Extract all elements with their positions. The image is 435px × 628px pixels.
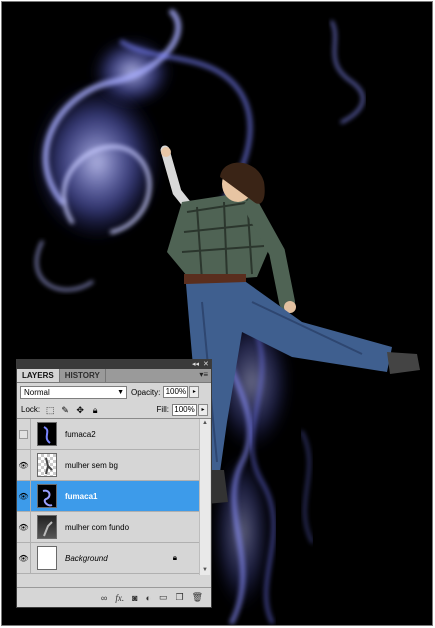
layer-row-mulher-sem-bg[interactable]: 👁︎ mulher sem bg	[17, 450, 199, 481]
mask-icon[interactable]: ◙	[132, 593, 137, 603]
lock-fill-row: Lock: ⬚ ✎ ✥ 🔒︎ Fill: 100% ▸	[17, 401, 211, 419]
opacity-slider-button[interactable]: ▸	[189, 386, 200, 398]
lock-icon: 🔒︎	[172, 553, 177, 562]
panel-menu-icon[interactable]: ▾≡	[199, 370, 208, 379]
fill-slider-button[interactable]: ▸	[198, 403, 208, 416]
lock-all-icon[interactable]: 🔒︎	[90, 405, 100, 415]
layer-name: Background	[65, 553, 108, 563]
layer-name: mulher sem bg	[65, 460, 118, 470]
panel-title-bar: ◂◂ ✕	[17, 360, 211, 369]
opacity-label: Opacity:	[131, 387, 161, 397]
link-icon[interactable]: ∞	[101, 593, 107, 603]
eye-icon[interactable]: 👁︎	[17, 450, 31, 480]
layer-thumbnail	[37, 546, 57, 570]
visibility-toggle[interactable]	[17, 419, 31, 449]
layer-row-fumaca1[interactable]: 👁︎ fumaca1	[17, 481, 199, 512]
scroll-down-icon[interactable]: ▼	[200, 566, 210, 575]
close-icon[interactable]: ✕	[203, 360, 209, 369]
double-chevron-icon[interactable]: ◂◂	[192, 360, 199, 369]
blend-mode-value: Normal	[24, 387, 50, 397]
lock-image-icon[interactable]: ✎	[60, 405, 70, 415]
panel-bottom-toolbar: ∞ fx. ◙ ◐ ▭ ❐ 🗑︎	[17, 587, 211, 607]
layers-scrollbar[interactable]: ▲ ▼	[199, 419, 210, 575]
blend-opacity-row: Normal ▼ Opacity: 100% ▸	[17, 383, 211, 401]
eye-icon[interactable]: 👁︎	[17, 512, 31, 542]
fill-field[interactable]: 100%	[172, 403, 197, 416]
scroll-up-icon[interactable]: ▲	[200, 419, 210, 428]
panel-tabs: LAYERS HISTORY ▾≡	[17, 369, 211, 383]
layer-thumbnail	[37, 515, 57, 539]
trash-icon[interactable]: 🗑︎	[192, 592, 203, 603]
layer-thumbnail	[37, 484, 57, 508]
eye-icon[interactable]: 👁︎	[17, 481, 31, 511]
layer-thumbnail	[37, 422, 57, 446]
layers-list: fumaca2 👁︎ mulher sem bg 👁︎ fumaca1 👁︎ m…	[17, 419, 211, 575]
lock-label: Lock:	[21, 405, 41, 414]
lock-transparency-icon[interactable]: ⬚	[45, 405, 55, 415]
layer-name: fumaca1	[65, 491, 98, 501]
fx-icon[interactable]: fx.	[115, 593, 124, 603]
layer-row-background[interactable]: 👁︎ Background 🔒︎	[17, 543, 199, 574]
new-layer-icon[interactable]: ❐	[175, 592, 183, 603]
layer-name: mulher com fundo	[65, 522, 130, 532]
blend-mode-select[interactable]: Normal ▼	[20, 385, 127, 399]
layer-name: fumaca2	[65, 429, 96, 439]
layers-panel: ◂◂ ✕ LAYERS HISTORY ▾≡ Normal ▼ Opacity:…	[16, 359, 212, 608]
opacity-field[interactable]: 100%	[163, 386, 189, 398]
tab-history[interactable]: HISTORY	[60, 369, 106, 382]
layer-row-mulher-com-fundo[interactable]: 👁︎ mulher com fundo	[17, 512, 199, 543]
photoshop-screenshot: ◂◂ ✕ LAYERS HISTORY ▾≡ Normal ▼ Opacity:…	[1, 1, 433, 626]
layer-thumbnail	[37, 453, 57, 477]
visibility-off-box	[19, 429, 28, 439]
chevron-down-icon: ▼	[117, 388, 124, 396]
adjustment-icon[interactable]: ◐	[146, 593, 151, 603]
lock-position-icon[interactable]: ✥	[75, 405, 85, 415]
group-icon[interactable]: ▭	[159, 592, 168, 603]
layer-row-fumaca2[interactable]: fumaca2	[17, 419, 199, 450]
eye-icon[interactable]: 👁︎	[17, 543, 31, 573]
tab-layers[interactable]: LAYERS	[17, 369, 60, 382]
fill-label: Fill:	[156, 405, 169, 414]
